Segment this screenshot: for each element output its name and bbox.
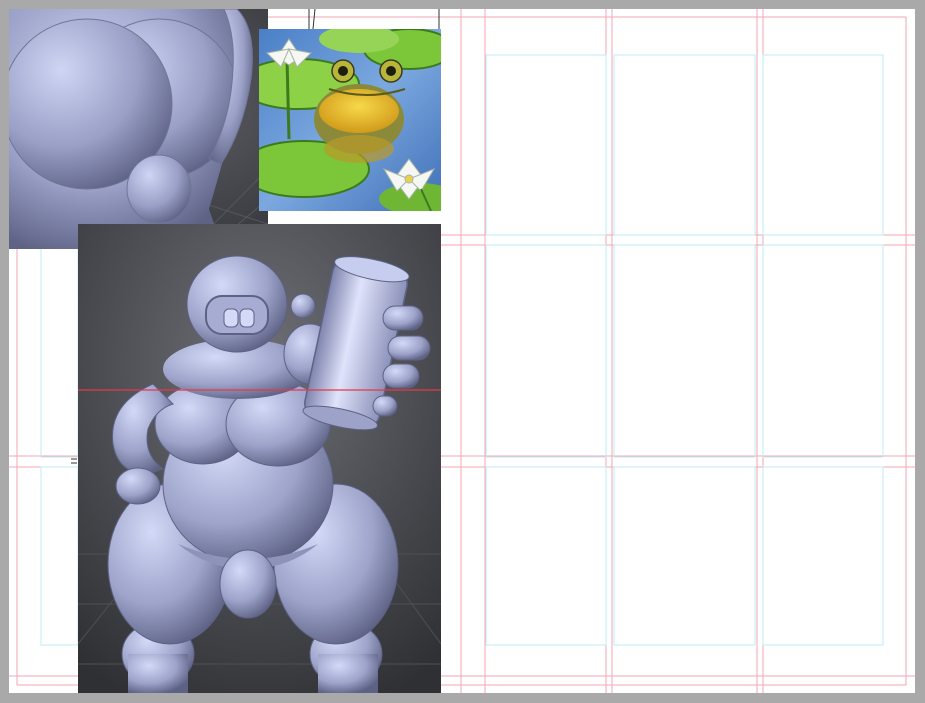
main-figure-panel[interactable] xyxy=(78,224,441,693)
frog-lily-pad-panel[interactable] xyxy=(259,29,441,211)
3d-figure-holding-can-icon xyxy=(78,224,441,693)
comic-page-canvas[interactable] xyxy=(9,9,915,693)
top-left-panel[interactable] xyxy=(9,9,268,249)
frog-painting-icon xyxy=(259,29,441,211)
3d-render-figure-icon xyxy=(9,9,268,249)
